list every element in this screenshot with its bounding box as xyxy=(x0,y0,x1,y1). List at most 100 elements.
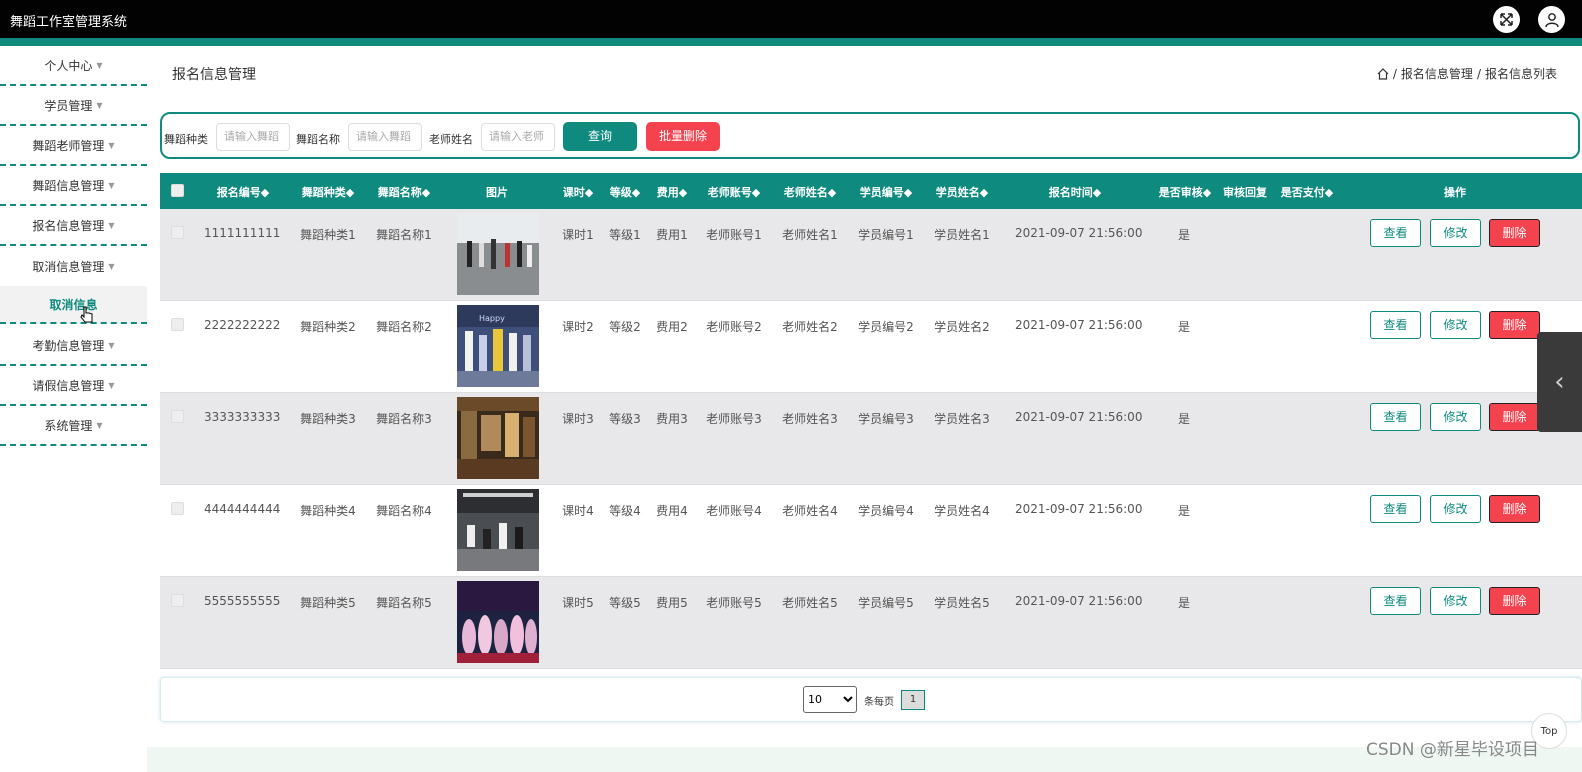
caret-down-icon: ▼ xyxy=(96,100,103,110)
search-label-dance-kind: 舞蹈种类 xyxy=(164,133,208,146)
sidebar-item-label: 考勤信息管理 xyxy=(32,338,105,353)
cell-teacher-name: 老师姓名4 xyxy=(782,504,838,518)
column-header[interactable]: 老师账号◆ xyxy=(704,184,764,200)
query-button[interactable]: 查询 xyxy=(563,122,637,151)
view-button[interactable]: 查看 xyxy=(1370,311,1421,339)
column-header[interactable]: 课时◆ xyxy=(560,184,596,200)
user-icon[interactable] xyxy=(1538,6,1565,33)
column-header[interactable]: 报名时间◆ xyxy=(1040,184,1110,200)
caret-down-icon: ▼ xyxy=(108,261,115,271)
edit-button[interactable]: 修改 xyxy=(1430,587,1481,615)
column-header[interactable]: 等级◆ xyxy=(607,184,643,200)
cell-student-name: 学员姓名4 xyxy=(934,504,990,518)
cell-name: 舞蹈名称4 xyxy=(376,504,432,518)
column-header[interactable]: 是否支付◆ xyxy=(1277,184,1337,200)
chevron-left-icon: ‹ xyxy=(1554,367,1565,397)
cell-fee: 费用3 xyxy=(656,412,688,426)
svg-text:Happy: Happy xyxy=(479,314,505,323)
delete-button[interactable]: 删除 xyxy=(1489,403,1540,431)
page-title: 报名信息管理 xyxy=(172,67,256,83)
sidebar-subitem-cancel-info[interactable]: 取消信息 xyxy=(0,286,147,324)
column-header[interactable]: 报名编号◆ xyxy=(215,184,271,200)
sidebar-item-attendance[interactable]: 考勤信息管理 ▼ xyxy=(0,326,147,366)
search-label-teacher-name: 老师姓名 xyxy=(429,133,473,146)
sidebar-item-leave[interactable]: 请假信息管理 ▼ xyxy=(0,366,147,406)
dance-photo-thumbnail xyxy=(457,213,539,295)
top-bar: 舞蹈工作室管理系统 xyxy=(0,0,1582,38)
view-button[interactable]: 查看 xyxy=(1370,219,1421,247)
edit-button[interactable]: 修改 xyxy=(1430,495,1481,523)
page-number-button[interactable]: 1 xyxy=(901,690,925,710)
column-header[interactable]: 学员姓名◆ xyxy=(932,184,992,200)
column-header: 审核回复 xyxy=(1223,186,1267,199)
cell-id: 2222222222 xyxy=(204,318,281,332)
row-checkbox[interactable] xyxy=(171,594,184,607)
page-size-select[interactable]: 10 xyxy=(803,686,857,713)
sidebar-item-label: 取消信息管理 xyxy=(32,259,105,274)
bulk-delete-button[interactable]: 批量删除 xyxy=(646,122,720,151)
sidebar-item-teachers[interactable]: 舞蹈老师管理 ▼ xyxy=(0,126,147,166)
edit-button[interactable]: 修改 xyxy=(1430,311,1481,339)
breadcrumb-item-current: 报名信息列表 xyxy=(1484,67,1557,81)
cell-reviewed: 是 xyxy=(1177,412,1190,426)
sidebar-item-cancellation[interactable]: 取消信息管理 ▼ xyxy=(0,246,147,286)
cell-hours: 课时1 xyxy=(562,228,594,242)
per-page-label: 条每页 xyxy=(864,697,894,708)
cell-level: 等级5 xyxy=(609,596,641,610)
cell-level: 等级2 xyxy=(609,320,641,334)
fullscreen-icon[interactable] xyxy=(1493,6,1520,33)
row-checkbox[interactable] xyxy=(171,318,184,331)
view-button[interactable]: 查看 xyxy=(1370,495,1421,523)
delete-button[interactable]: 删除 xyxy=(1489,311,1540,339)
view-button[interactable]: 查看 xyxy=(1370,403,1421,431)
column-header[interactable]: 舞蹈名称◆ xyxy=(374,184,434,200)
drawer-toggle[interactable]: ‹ xyxy=(1537,332,1582,432)
edit-button[interactable]: 修改 xyxy=(1430,403,1481,431)
column-header[interactable]: 费用◆ xyxy=(654,184,690,200)
cell-kind: 舞蹈种类5 xyxy=(300,596,356,610)
cell-teacher-account: 老师账号3 xyxy=(706,412,762,426)
column-header[interactable]: 舞蹈种类◆ xyxy=(298,184,358,200)
select-all-checkbox[interactable] xyxy=(171,184,184,197)
sidebar-item-enrollment[interactable]: 报名信息管理 ▼ xyxy=(0,206,147,246)
delete-button[interactable]: 删除 xyxy=(1489,219,1540,247)
cell-time: 2021-09-07 21:56:00 xyxy=(1015,410,1143,424)
column-header[interactable]: 是否审核◆ xyxy=(1155,184,1215,200)
caret-down-icon: ▼ xyxy=(108,140,115,150)
delete-button[interactable]: 删除 xyxy=(1489,587,1540,615)
cell-student-name: 学员姓名2 xyxy=(934,320,990,334)
sidebar-item-personal-center[interactable]: 个人中心 ▼ xyxy=(0,46,147,86)
delete-button[interactable]: 删除 xyxy=(1489,495,1540,523)
dance-name-input[interactable]: 请输入舞蹈 xyxy=(348,123,422,151)
column-header[interactable]: 老师姓名◆ xyxy=(780,184,840,200)
cell-name: 舞蹈名称5 xyxy=(376,596,432,610)
dance-kind-input[interactable]: 请输入舞蹈 xyxy=(216,123,290,151)
row-checkbox[interactable] xyxy=(171,502,184,515)
cell-student-no: 学员编号5 xyxy=(858,596,914,610)
dance-photo-thumbnail: Happy xyxy=(457,305,539,387)
breadcrumb-item[interactable]: 报名信息管理 xyxy=(1401,65,1473,82)
home-icon[interactable] xyxy=(1377,67,1389,80)
sidebar-item-dance-info[interactable]: 舞蹈信息管理 ▼ xyxy=(0,166,147,206)
view-button[interactable]: 查看 xyxy=(1370,587,1421,615)
cell-name: 舞蹈名称1 xyxy=(376,228,432,242)
row-checkbox[interactable] xyxy=(171,226,184,239)
cell-time: 2021-09-07 21:56:00 xyxy=(1015,502,1143,516)
cell-fee: 费用5 xyxy=(656,596,688,610)
cell-level: 等级1 xyxy=(609,228,641,242)
cell-id: 3333333333 xyxy=(204,410,281,424)
sidebar-item-label: 舞蹈老师管理 xyxy=(32,138,105,153)
cell-kind: 舞蹈种类1 xyxy=(300,228,356,242)
cell-student-no: 学员编号4 xyxy=(858,504,914,518)
teacher-name-input[interactable]: 请输入老师 xyxy=(481,123,555,151)
column-header[interactable]: 学员编号◆ xyxy=(856,184,916,200)
edit-button[interactable]: 修改 xyxy=(1430,219,1481,247)
sidebar-item-label: 舞蹈信息管理 xyxy=(32,178,105,193)
row-checkbox[interactable] xyxy=(171,410,184,423)
dance-photo-thumbnail xyxy=(457,397,539,479)
sidebar-item-system[interactable]: 系统管理 ▼ xyxy=(0,406,147,446)
cell-level: 等级4 xyxy=(609,504,641,518)
breadcrumb: / 报名信息管理 / 报名信息列表 xyxy=(1377,65,1557,82)
sidebar-item-students[interactable]: 学员管理 ▼ xyxy=(0,86,147,126)
cell-student-name: 学员姓名1 xyxy=(934,228,990,242)
